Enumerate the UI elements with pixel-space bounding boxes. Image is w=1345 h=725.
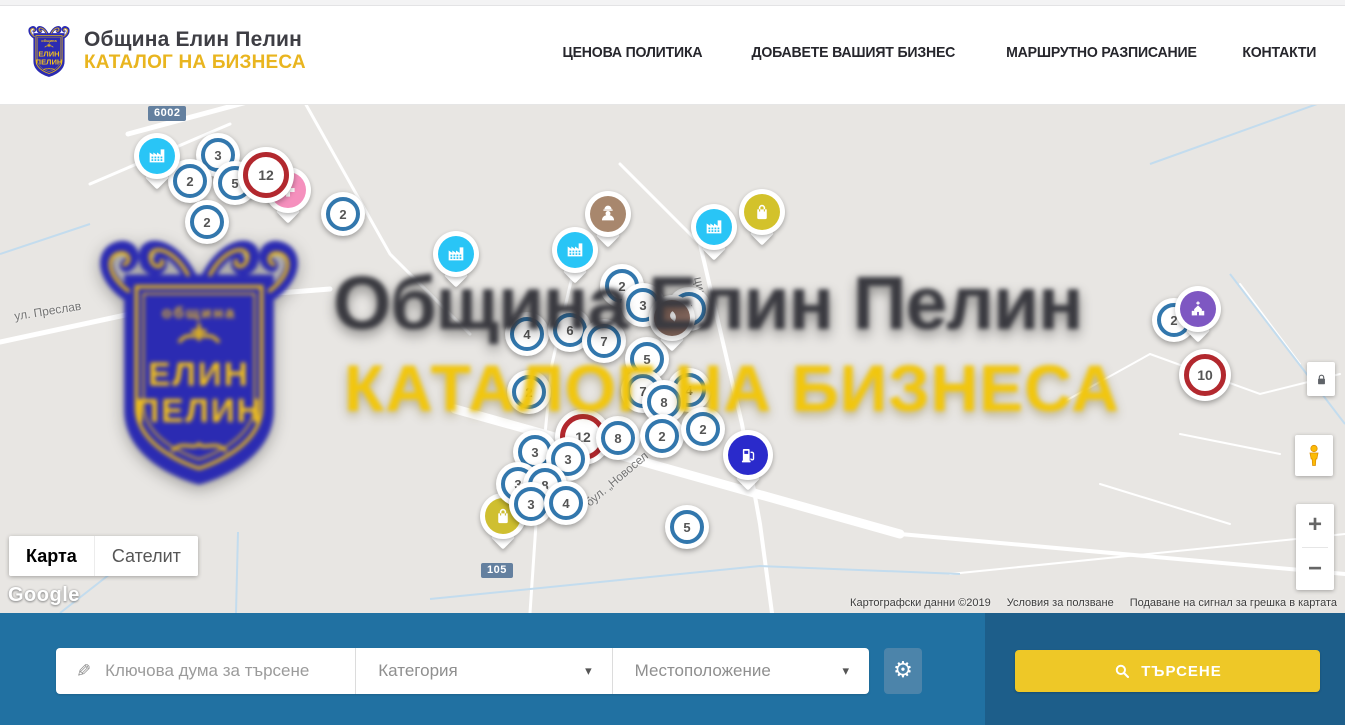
map-type-satellite-button[interactable]: Сателит [94,536,198,576]
location-dropdown-label: Местоположение [635,661,843,681]
top-strip [0,0,1345,6]
worker-icon [590,196,626,232]
map-type-map-button[interactable]: Карта [9,536,94,576]
municipality-logo-icon[interactable]: община ЕЛИН ПЕЛИН [25,20,73,86]
keyword-input[interactable] [103,660,343,682]
pin-head [433,231,479,277]
factory-icon [557,232,593,268]
pencil-icon: ✎ [76,661,91,682]
cluster-marker[interactable]: 10 [1179,349,1231,401]
cluster-marker[interactable]: 8 [596,416,640,460]
pin-head [649,295,695,341]
pin-head [1175,286,1221,332]
zoom-out-button[interactable]: − [1296,548,1334,591]
cluster-marker[interactable]: 2 [507,370,551,414]
cluster-marker[interactable]: 4 [544,481,588,525]
pegman-icon [1302,442,1326,469]
cluster-count: 12 [243,152,289,198]
map-pin-flame[interactable] [649,295,695,341]
factory-icon [139,138,175,174]
site-title[interactable]: Община Елин Пелин [84,28,306,52]
fuel-icon [728,435,768,475]
cluster-count: 10 [1184,354,1226,396]
attribution-copyright: Картографски данни ©2019 [850,597,991,609]
pin-head [585,191,631,237]
map-pin-fuel[interactable] [723,430,773,480]
map-markers-layer: 325122223546752748128223338345102 [0,104,1345,613]
factory-icon [696,209,732,245]
flame-icon [654,300,690,336]
pin-head [691,204,737,250]
site-subtitle: КАТАЛОГ НА БИЗНЕСА [84,52,306,73]
cluster-marker[interactable]: 2 [185,200,229,244]
map-type-control: Карта Сателит [9,536,198,576]
category-dropdown-label: Категория [378,661,585,681]
logo-small-text: община [41,38,57,43]
cluster-marker[interactable]: 2 [640,414,684,458]
nav-pricing-policy[interactable]: ЦЕНОВА ПОЛИТИКА [563,44,703,61]
google-logo[interactable]: Google [8,584,80,607]
business-catalog-page: община ЕЛИН ПЕЛИН Община Елин Пелин КАТА… [0,0,1345,725]
location-dropdown[interactable]: Местоположение ▾ [612,648,869,694]
pin-head [723,430,773,480]
google-map[interactable]: 6002 105 ул. Преслав бул. „Новосел ции 3… [0,104,1345,613]
factory-icon [438,236,474,272]
search-fields-group: ✎ Категория ▾ Местоположение ▾ [56,648,869,694]
attribution-terms-link[interactable]: Условия за ползване [1007,597,1114,609]
site-titles: Община Елин Пелин КАТАЛОГ НА БИЗНЕСА [84,28,306,73]
cluster-count: 4 [549,486,583,520]
cluster-count: 2 [190,205,224,239]
lock-icon [1314,371,1329,388]
bag-icon [744,194,780,230]
cluster-marker[interactable]: 12 [238,147,294,203]
cluster-marker[interactable]: 5 [665,505,709,549]
gear-icon: ⚙ [893,660,913,682]
search-bar-right-panel: ТЪРСЕНЕ [985,613,1345,725]
pegman-control[interactable] [1295,435,1333,476]
category-dropdown[interactable]: Категория ▾ [355,648,611,694]
cluster-count: 7 [587,324,621,358]
search-bar: ТЪРСЕНЕ ✎ Категория ▾ Местоположение ▾ ⚙ [0,613,1345,725]
search-button-label: ТЪРСЕНЕ [1141,663,1222,680]
chevron-down-icon: ▾ [585,664,592,679]
map-pin-bag[interactable] [739,189,785,235]
advanced-search-button[interactable]: ⚙ [884,648,922,694]
cluster-count: 4 [510,317,544,351]
map-pin-church[interactable] [1175,286,1221,332]
cluster-count: 2 [645,419,679,453]
logo-line2: ПЕЛИН [36,58,63,67]
cluster-count: 2 [686,412,720,446]
zoom-in-button[interactable]: + [1296,504,1334,547]
map-pin-factory[interactable] [134,133,180,179]
search-button[interactable]: ТЪРСЕНЕ [1015,650,1320,692]
pin-head [134,133,180,179]
pin-head [739,189,785,235]
logo-line1: ЕЛИН [38,50,59,59]
church-icon [1180,291,1216,327]
map-pin-worker[interactable] [585,191,631,237]
attribution-report-error-link[interactable]: Подаване на сигнал за грешка в картата [1130,597,1337,609]
map-attribution: Картографски данни ©2019 Условия за полз… [850,597,1337,609]
nav-route-schedule[interactable]: МАРШРУТНО РАЗПИСАНИЕ [1006,44,1197,61]
cluster-marker[interactable]: 2 [681,407,725,451]
chevron-down-icon: ▾ [842,664,849,679]
nav-contacts[interactable]: КОНТАКТИ [1243,44,1317,61]
cluster-count: 3 [514,487,548,521]
site-header: община ЕЛИН ПЕЛИН Община Елин Пелин КАТА… [0,0,1345,105]
search-icon [1113,662,1131,680]
cluster-count: 8 [601,421,635,455]
cluster-marker[interactable]: 7 [582,319,626,363]
map-pin-factory[interactable] [433,231,479,277]
cluster-count: 5 [670,510,704,544]
cluster-marker[interactable]: 4 [505,312,549,356]
cluster-count: 2 [512,375,546,409]
main-nav: ЦЕНОВА ПОЛИТИКА ДОБАВЕТЕ ВАШИЯТ БИЗНЕС М… [558,44,1345,61]
nav-add-your-business[interactable]: ДОБАВЕТЕ ВАШИЯТ БИЗНЕС [751,44,955,61]
cluster-marker[interactable]: 2 [321,192,365,236]
lock-control[interactable] [1307,362,1335,396]
cluster-count: 2 [326,197,360,231]
zoom-control: + − [1296,504,1334,590]
keyword-field-section: ✎ [56,648,355,694]
map-pin-factory[interactable] [691,204,737,250]
